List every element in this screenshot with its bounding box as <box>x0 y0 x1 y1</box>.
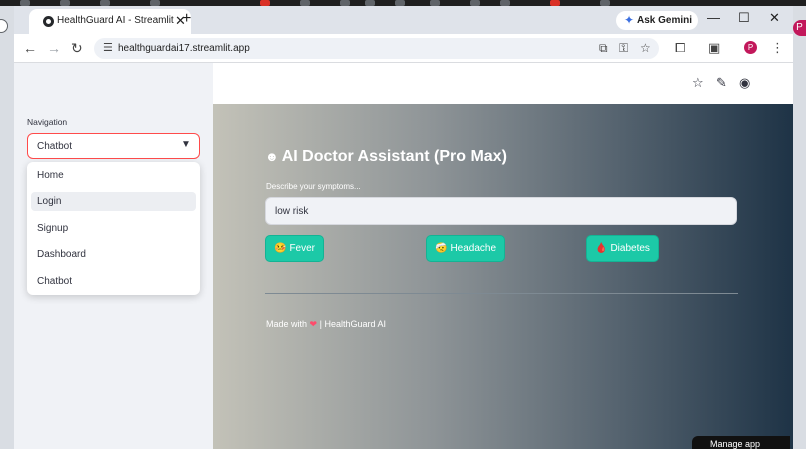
diabetes-label: Diabetes <box>610 243 650 254</box>
reload-icon <box>0 19 8 33</box>
close-window-button[interactable]: ✕ <box>769 10 780 26</box>
fever-button[interactable]: 🤒 Fever <box>265 235 325 262</box>
app-header: ☆ ✎ ◉ <box>213 63 793 104</box>
extensions-icon[interactable]: ⧠ <box>675 40 685 56</box>
profile-avatar-partial: P <box>793 20 806 36</box>
password-key-icon[interactable]: ⚿ <box>619 41 628 56</box>
omnibox[interactable]: ☰ healthguardai17.streamlit.app ⧉ ⚿ ☆ <box>94 38 659 59</box>
sidebar: Navigation Chatbot ▼ Home Login Signup D… <box>14 63 213 449</box>
navigation-select[interactable]: Chatbot ▼ <box>27 133 200 159</box>
background-window-edge <box>0 6 14 449</box>
headache-emoji-icon: 🤕 <box>435 243 448 254</box>
footer: Made with ❤ | HealthGuard AI <box>266 319 386 330</box>
minimize-button[interactable]: — <box>707 10 720 25</box>
streamlit-favicon-icon <box>43 16 54 27</box>
tab-title: HealthGuard AI - Streamlit <box>57 15 174 26</box>
star-icon[interactable]: ☆ <box>692 75 704 91</box>
bookmark-star-icon[interactable]: ☆ <box>640 41 651 55</box>
heart-icon: ❤ <box>309 319 318 329</box>
main-content: ☻ AI Doctor Assistant (Pro Max) Describe … <box>213 104 793 449</box>
page-title: ☻ AI Doctor Assistant (Pro Max) <box>265 148 507 166</box>
install-app-icon[interactable]: ⧉ <box>599 41 608 56</box>
address-toolbar: ← → ↻ ☰ healthguardai17.streamlit.app ⧉ … <box>14 34 793 63</box>
browser-tab[interactable]: HealthGuard AI - Streamlit ✕ <box>29 9 191 34</box>
divider <box>265 293 738 294</box>
diabetes-button[interactable]: 🩸 Diabetes <box>586 235 659 262</box>
menu-item-login[interactable]: Login <box>31 192 196 211</box>
ask-gemini-label: Ask Gemini <box>637 15 693 26</box>
profile-avatar[interactable]: P <box>744 41 757 54</box>
forward-arrow-icon[interactable]: → <box>47 40 61 56</box>
more-menu-icon[interactable]: ⋮ <box>771 40 784 56</box>
robot-icon: ☻ <box>265 149 279 164</box>
select-value: Chatbot <box>37 141 73 152</box>
blood-drop-icon: 🩸 <box>595 243 608 254</box>
navigation-dropdown-menu: Home Login Signup Dashboard Chatbot <box>27 162 200 295</box>
tab-bar: HealthGuard AI - Streamlit ✕ + ✦ Ask Gem… <box>14 6 793 34</box>
symptoms-label: Describe your symptoms... <box>266 182 361 191</box>
menu-item-home[interactable]: Home <box>31 166 196 185</box>
menu-item-dashboard[interactable]: Dashboard <box>31 245 196 264</box>
edit-pencil-icon[interactable]: ✎ <box>716 75 727 91</box>
ask-gemini-button[interactable]: ✦ Ask Gemini <box>616 11 698 30</box>
menu-item-signup[interactable]: Signup <box>31 219 196 238</box>
fever-emoji-icon: 🤒 <box>274 243 287 254</box>
github-icon[interactable]: ◉ <box>739 75 750 91</box>
symptoms-input[interactable] <box>265 197 737 225</box>
url-text[interactable]: healthguardai17.streamlit.app <box>118 43 250 54</box>
footer-prefix: Made with <box>266 319 308 329</box>
maximize-button[interactable]: ☐ <box>738 10 750 26</box>
footer-suffix: | HealthGuard AI <box>319 319 386 329</box>
new-tab-button[interactable]: + <box>182 10 191 28</box>
side-panel-icon[interactable]: ▣ <box>708 40 720 56</box>
back-arrow-icon[interactable]: ← <box>23 40 37 56</box>
headache-button[interactable]: 🤕 Headache <box>426 235 506 262</box>
reload-icon[interactable]: ↻ <box>71 40 83 57</box>
fever-label: Fever <box>289 243 316 254</box>
gemini-sparkle-icon: ✦ <box>624 13 635 27</box>
headache-label: Headache <box>450 243 497 254</box>
background-window-edge-right: P <box>793 6 806 449</box>
page-title-text: AI Doctor Assistant (Pro Max) <box>281 148 507 165</box>
menu-item-chatbot[interactable]: Chatbot <box>31 272 196 291</box>
navigation-label: Navigation <box>27 117 68 127</box>
chevron-down-icon[interactable]: ▼ <box>181 139 191 150</box>
site-settings-icon[interactable]: ☰ <box>103 41 113 54</box>
manage-app-button[interactable]: Manage app <box>692 436 790 449</box>
